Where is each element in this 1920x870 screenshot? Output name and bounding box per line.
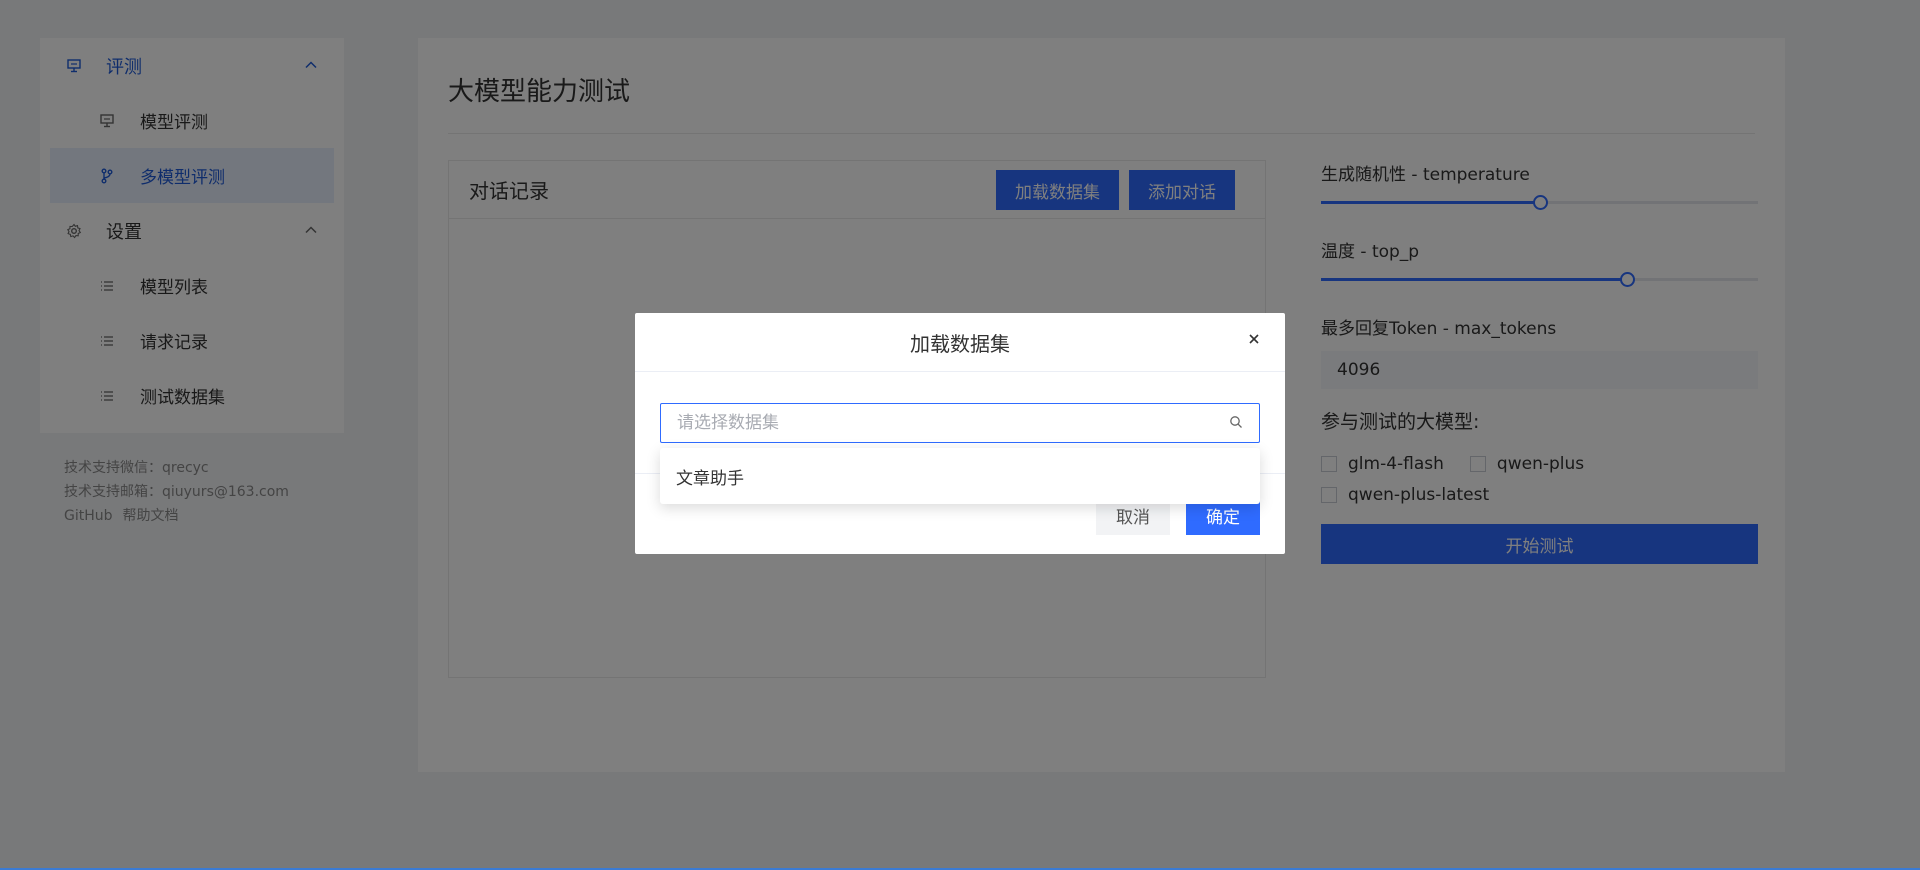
dialog-title: 加载数据集 <box>910 331 1010 356</box>
dataset-select-input[interactable] <box>677 413 1229 433</box>
dataset-dropdown: 文章助手 <box>660 448 1260 504</box>
search-icon <box>1229 414 1243 433</box>
dataset-option[interactable]: 文章助手 <box>676 464 744 489</box>
dialog-header: 加载数据集 <box>635 313 1285 372</box>
dataset-select[interactable] <box>660 403 1260 443</box>
load-dataset-dialog: 加载数据集 取消 确定 <box>635 313 1285 554</box>
close-icon[interactable] <box>1247 332 1261 346</box>
